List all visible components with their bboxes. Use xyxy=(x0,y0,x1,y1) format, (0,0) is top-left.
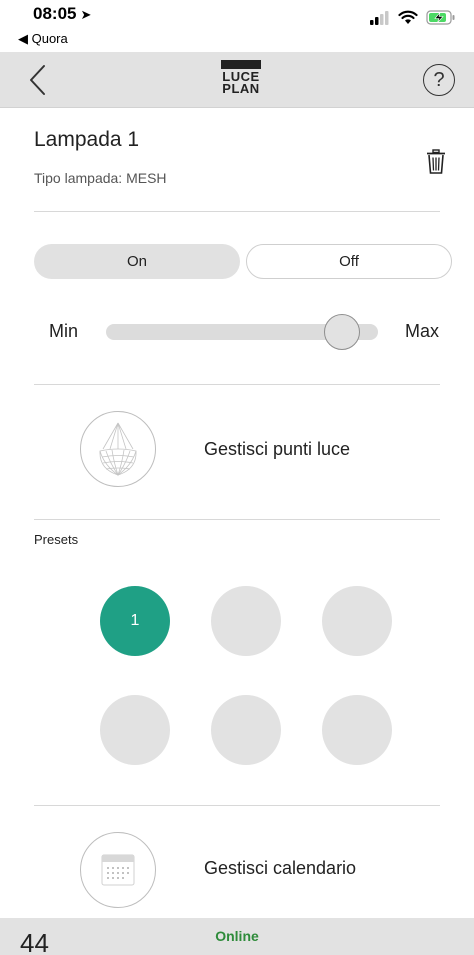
wifi-icon xyxy=(398,10,418,24)
online-status: Online xyxy=(215,928,259,944)
lamp-name: Lampada 1 xyxy=(34,128,140,151)
divider xyxy=(34,805,440,806)
battery-charging-icon xyxy=(426,10,455,25)
calendar-icon-circle xyxy=(80,832,156,908)
preset-button-2[interactable] xyxy=(211,586,281,656)
status-time: 08:05 ➤ xyxy=(33,4,91,24)
manage-light-points-row[interactable]: Gestisci punti luce xyxy=(0,411,474,501)
cellular-signal-icon xyxy=(370,10,389,25)
slider-max-label: Max xyxy=(405,321,440,341)
clock-text: 08:05 xyxy=(33,4,77,23)
status-bar: 08:05 ➤ ◀ Quora xyxy=(0,0,474,52)
location-arrow-icon: ➤ xyxy=(80,7,92,22)
lamp-type: Tipo lampada: MESH xyxy=(34,170,167,186)
delete-lamp-button[interactable] xyxy=(426,149,446,175)
luceplan-logo: LUCE PLAN xyxy=(218,60,264,100)
preset-button-1[interactable]: 1 xyxy=(100,586,170,656)
preset-button-5[interactable] xyxy=(211,695,281,765)
manage-calendar-row[interactable]: Gestisci calendario xyxy=(0,832,474,922)
mesh-lamp-icon xyxy=(80,411,156,487)
power-toggle: On Off xyxy=(34,244,452,279)
logo-bar xyxy=(221,60,261,69)
trash-icon xyxy=(427,149,445,174)
status-icons xyxy=(370,10,456,25)
connection-status-bar: 44 Online xyxy=(0,918,474,955)
divider xyxy=(34,384,440,385)
navigation-bar: LUCE PLAN ? xyxy=(0,52,474,108)
back-to-app-link[interactable]: ◀ Quora xyxy=(18,31,68,47)
presets-heading: Presets xyxy=(34,532,79,547)
brightness-slider-row: Min Max xyxy=(0,312,474,352)
preset-button-6[interactable] xyxy=(322,695,392,765)
divider xyxy=(34,519,440,520)
preset-button-4[interactable] xyxy=(100,695,170,765)
back-button[interactable] xyxy=(24,62,54,98)
brightness-slider-thumb[interactable] xyxy=(324,314,361,350)
power-off-button[interactable]: Off xyxy=(246,244,452,279)
calendar-icon xyxy=(101,854,135,886)
chevron-left-icon xyxy=(30,65,45,95)
power-on-button[interactable]: On xyxy=(34,244,240,279)
help-button[interactable]: ? xyxy=(423,64,455,96)
manage-light-points-label: Gestisci punti luce xyxy=(204,439,351,459)
logo-text-line2: PLAN xyxy=(222,81,260,96)
slider-min-label: Min xyxy=(49,321,79,341)
divider xyxy=(34,211,440,212)
manage-calendar-label: Gestisci calendario xyxy=(204,858,357,878)
preset-button-3[interactable] xyxy=(322,586,392,656)
